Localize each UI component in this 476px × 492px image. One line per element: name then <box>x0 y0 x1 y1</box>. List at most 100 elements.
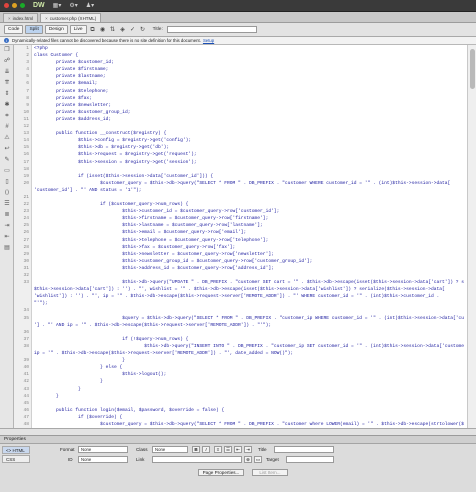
code-line[interactable]: $this->request = $registry->get('request… <box>34 151 464 158</box>
indent-button[interactable]: ⇥ <box>244 446 252 453</box>
code-line[interactable]: $this->fax = $customer_query->row['fax']… <box>34 244 464 251</box>
close-tab-icon[interactable]: × <box>8 16 11 21</box>
balance-braces-icon[interactable]: ⌗ <box>0 111 14 122</box>
list-item-button[interactable]: List Item... <box>252 469 288 476</box>
minimize-window-button[interactable] <box>12 3 17 8</box>
code-line[interactable] <box>34 400 464 407</box>
outdent-code-icon[interactable]: ⇤ <box>0 232 14 243</box>
file-management-icon[interactable]: ⇅ <box>109 26 117 34</box>
recent-snippets-icon[interactable]: ☰ <box>0 199 14 210</box>
unordered-list-button[interactable]: ≡ <box>214 446 222 453</box>
bold-button[interactable]: B <box>192 446 200 453</box>
code-line[interactable]: $this->db->query("UPDATE " . DB_PREFIX .… <box>34 279 464 286</box>
code-line[interactable] <box>34 272 464 279</box>
code-line[interactable] <box>34 329 464 336</box>
remove-comment-icon[interactable]: ▯ <box>0 177 14 188</box>
setup-link[interactable]: Setup <box>203 38 214 43</box>
link-input[interactable] <box>152 456 242 463</box>
code-area[interactable]: <?php class Customer { private $customer_… <box>34 45 464 428</box>
code-line[interactable]: $this->db->query("INSERT INTO " . DB_PRE… <box>34 343 464 350</box>
code-line[interactable]: $this->lastname = $customer_query->row['… <box>34 222 464 229</box>
code-line[interactable]: "'"); <box>34 300 464 307</box>
id-select[interactable]: None <box>78 456 128 463</box>
code-view-button[interactable]: Code <box>4 25 24 34</box>
ordered-list-button[interactable]: ☰ <box>224 446 232 453</box>
code-line[interactable]: private $customer_id; <box>34 59 464 66</box>
code-line[interactable]: $this->telephone = $customer_query->row[… <box>34 237 464 244</box>
close-window-button[interactable] <box>4 3 9 8</box>
visual-aids-icon[interactable]: ◈ <box>119 26 127 34</box>
code-line[interactable]: $this->logout(); <box>34 371 464 378</box>
code-line[interactable]: } else { <box>34 364 464 371</box>
css-mode-button[interactable]: CSS <box>2 455 30 463</box>
code-line[interactable]: private $customer_group_id; <box>34 109 464 116</box>
collapse-selection-icon[interactable]: ⇈ <box>0 78 14 89</box>
format-source-icon[interactable]: ▤ <box>0 243 14 254</box>
tab-customer-php[interactable]: × customer.php (XHTML) <box>40 13 102 22</box>
code-line[interactable]: $this->customer_id = $customer_query->ro… <box>34 208 464 215</box>
maximize-window-button[interactable] <box>20 3 25 8</box>
code-line[interactable]: private $lastname; <box>34 73 464 80</box>
code-line[interactable] <box>34 307 464 314</box>
code-line[interactable] <box>34 123 464 130</box>
code-line[interactable]: } <box>34 386 464 393</box>
code-line[interactable]: $this->newsletter = $customer_query->row… <box>34 251 464 258</box>
move-css-icon[interactable]: ≣ <box>0 210 14 221</box>
target-select[interactable] <box>286 456 334 463</box>
code-line[interactable]: private $newsletter; <box>34 102 464 109</box>
format-select[interactable]: None <box>78 446 128 453</box>
code-line[interactable]: '] . "' AND ip = '" . $this->db->escape(… <box>34 322 464 329</box>
tab-index-html[interactable]: × index.html <box>3 13 39 22</box>
multiscreen-icon[interactable]: ⧉ <box>89 26 97 34</box>
code-line[interactable]: $query = $this->db->query("SELECT * FROM… <box>34 315 464 322</box>
collapse-tag-icon[interactable]: ⇊ <box>0 67 14 78</box>
gear-icon[interactable]: ⚙▾ <box>69 2 77 9</box>
scrollbar-thumb[interactable] <box>470 49 475 89</box>
page-properties-button[interactable]: Page Properties... <box>198 469 244 476</box>
show-code-navigator-icon[interactable]: ☍ <box>0 56 14 67</box>
code-line[interactable]: if ($override) { <box>34 414 464 421</box>
open-documents-icon[interactable]: ❐ <box>0 45 14 56</box>
code-line[interactable]: $this->firstname = $customer_query->row[… <box>34 215 464 222</box>
code-line[interactable]: 'customer_id'] . "' AND status = '1'"); <box>34 187 464 194</box>
design-view-button[interactable]: Design <box>44 25 68 34</box>
point-to-file-icon[interactable]: ⊕ <box>244 456 252 463</box>
close-tab-icon[interactable]: × <box>45 16 48 21</box>
html-mode-button[interactable]: <> HTML <box>2 446 30 454</box>
code-line[interactable]: $customer_query = $this->db->query("SELE… <box>34 180 464 187</box>
layout-icon[interactable]: ▦▾ <box>53 2 62 9</box>
code-line[interactable]: $this->session->data['cart']) : '') . "'… <box>34 286 464 293</box>
syntax-error-icon[interactable]: ✎ <box>0 155 14 166</box>
code-line[interactable]: } <box>34 393 464 400</box>
code-line[interactable]: private $firstname; <box>34 66 464 73</box>
code-line[interactable]: private $fax; <box>34 95 464 102</box>
code-line[interactable]: private $email; <box>34 80 464 87</box>
code-line[interactable]: $this->config = $registry->get('config')… <box>34 137 464 144</box>
code-line[interactable] <box>34 194 464 201</box>
code-line[interactable]: } <box>34 357 464 364</box>
validate-icon[interactable]: ✓ <box>129 26 137 34</box>
code-line[interactable]: <?php <box>34 45 464 52</box>
code-line[interactable]: $this->db = $registry->get('db'); <box>34 144 464 151</box>
code-line[interactable]: $this->address_id = $customer_query->row… <box>34 265 464 272</box>
word-wrap-icon[interactable]: ↩ <box>0 144 14 155</box>
vertical-scrollbar[interactable] <box>467 45 476 428</box>
code-line[interactable]: $this->session = $registry->get('session… <box>34 159 464 166</box>
split-view-button[interactable]: Split <box>25 25 43 34</box>
people-icon[interactable]: ♟▾ <box>86 2 94 9</box>
code-line[interactable]: $customer_query = $this->db->query("SELE… <box>34 421 464 428</box>
code-line[interactable]: $this->customer_group_id = $customer_que… <box>34 258 464 265</box>
italic-button[interactable]: I <box>202 446 210 453</box>
code-line[interactable]: if (isset($this->session->data['customer… <box>34 173 464 180</box>
select-parent-tag-icon[interactable]: ✱ <box>0 100 14 111</box>
expand-all-icon[interactable]: ⇕ <box>0 89 14 100</box>
code-line[interactable]: private $telephone; <box>34 88 464 95</box>
code-line[interactable]: public function login($email, $password,… <box>34 407 464 414</box>
refresh-icon[interactable]: ↻ <box>139 26 147 34</box>
code-line[interactable]: } <box>34 378 464 385</box>
browse-folder-icon[interactable]: ▭ <box>254 456 262 463</box>
code-line[interactable]: 'wishlist']) : '') . "', ip = '" . $this… <box>34 293 464 300</box>
live-view-button[interactable]: Live <box>69 25 87 34</box>
code-line[interactable]: $this->email = $customer_query->row['ema… <box>34 229 464 236</box>
code-line[interactable]: class Customer { <box>34 52 464 59</box>
